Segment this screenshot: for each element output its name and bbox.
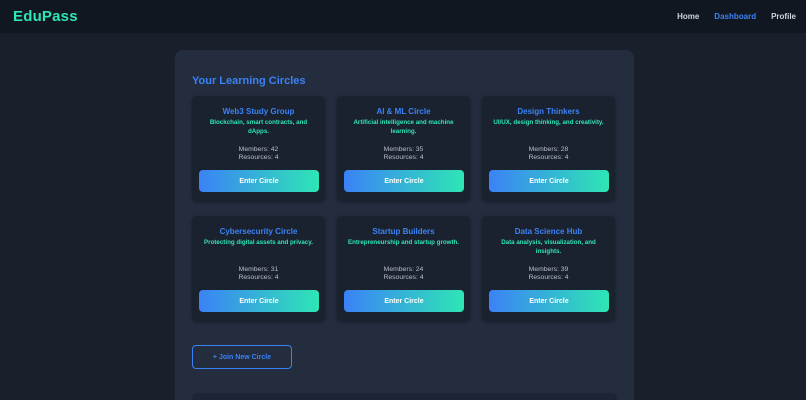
circle-description: Data analysis, visualization, and insigh…	[501, 239, 596, 255]
circle-card: Cybersecurity Circle Protecting digital …	[192, 216, 325, 321]
circle-card: Data Science Hub Data analysis, visualiz…	[482, 216, 615, 321]
circle-card: AI & ML Circle Artificial intelligence a…	[337, 96, 470, 201]
circle-description: Protecting digital assets and privacy.	[204, 239, 313, 246]
enter-circle-button[interactable]: Enter Circle	[344, 170, 464, 192]
circle-resources: Resources: 4	[238, 274, 279, 281]
top-navbar: EduPass Home Dashboard Profile	[0, 0, 806, 33]
circle-name: Data Science Hub	[514, 227, 583, 236]
circle-card: Startup Builders Entrepreneurship and st…	[337, 216, 470, 321]
page-title: Your Learning Circles	[192, 75, 306, 87]
circle-description: Entrepreneurship and startup growth.	[347, 239, 460, 246]
circle-name: Design Thinkers	[517, 107, 580, 116]
nav-link-dashboard[interactable]: Dashboard	[714, 12, 756, 21]
nav-links: Home Dashboard Profile	[662, 12, 796, 21]
nav-link-home[interactable]: Home	[677, 12, 699, 21]
enter-circle-button[interactable]: Enter Circle	[199, 170, 319, 192]
circle-resources: Resources: 4	[528, 274, 569, 281]
circle-resources: Resources: 4	[383, 274, 424, 281]
join-new-circle-button[interactable]: + Join New Circle	[192, 345, 292, 369]
enter-circle-button[interactable]: Enter Circle	[344, 290, 464, 312]
circle-description: Blockchain, smart contracts, and dApps.	[209, 119, 308, 135]
circles-panel: Your Learning Circles Web3 Study Group B…	[175, 50, 634, 400]
circle-resources: Resources: 4	[238, 154, 279, 161]
circle-members: Members: 39	[528, 266, 569, 273]
circle-members: Members: 31	[238, 266, 279, 273]
enter-circle-button[interactable]: Enter Circle	[489, 290, 609, 312]
circle-resources: Resources: 4	[528, 154, 569, 161]
circle-name: Cybersecurity Circle	[219, 227, 298, 236]
circle-description: Artificial intelligence and machine lear…	[353, 119, 454, 135]
next-section-card	[192, 393, 617, 400]
circle-name: Startup Builders	[372, 227, 435, 236]
circle-card: Design Thinkers UI/UX, design thinking, …	[482, 96, 615, 201]
circle-members: Members: 35	[383, 146, 424, 153]
circle-members: Members: 24	[383, 266, 424, 273]
circle-card: Web3 Study Group Blockchain, smart contr…	[192, 96, 325, 201]
enter-circle-button[interactable]: Enter Circle	[199, 290, 319, 312]
circle-resources: Resources: 4	[383, 154, 424, 161]
circle-members: Members: 28	[528, 146, 569, 153]
circle-name: AI & ML Circle	[376, 107, 431, 116]
circle-members: Members: 42	[238, 146, 279, 153]
brand-logo[interactable]: EduPass	[13, 8, 78, 25]
enter-circle-button[interactable]: Enter Circle	[489, 170, 609, 192]
nav-link-profile[interactable]: Profile	[771, 12, 796, 21]
circle-name: Web3 Study Group	[222, 107, 295, 116]
circle-description: UI/UX, design thinking, and creativity.	[493, 119, 604, 126]
